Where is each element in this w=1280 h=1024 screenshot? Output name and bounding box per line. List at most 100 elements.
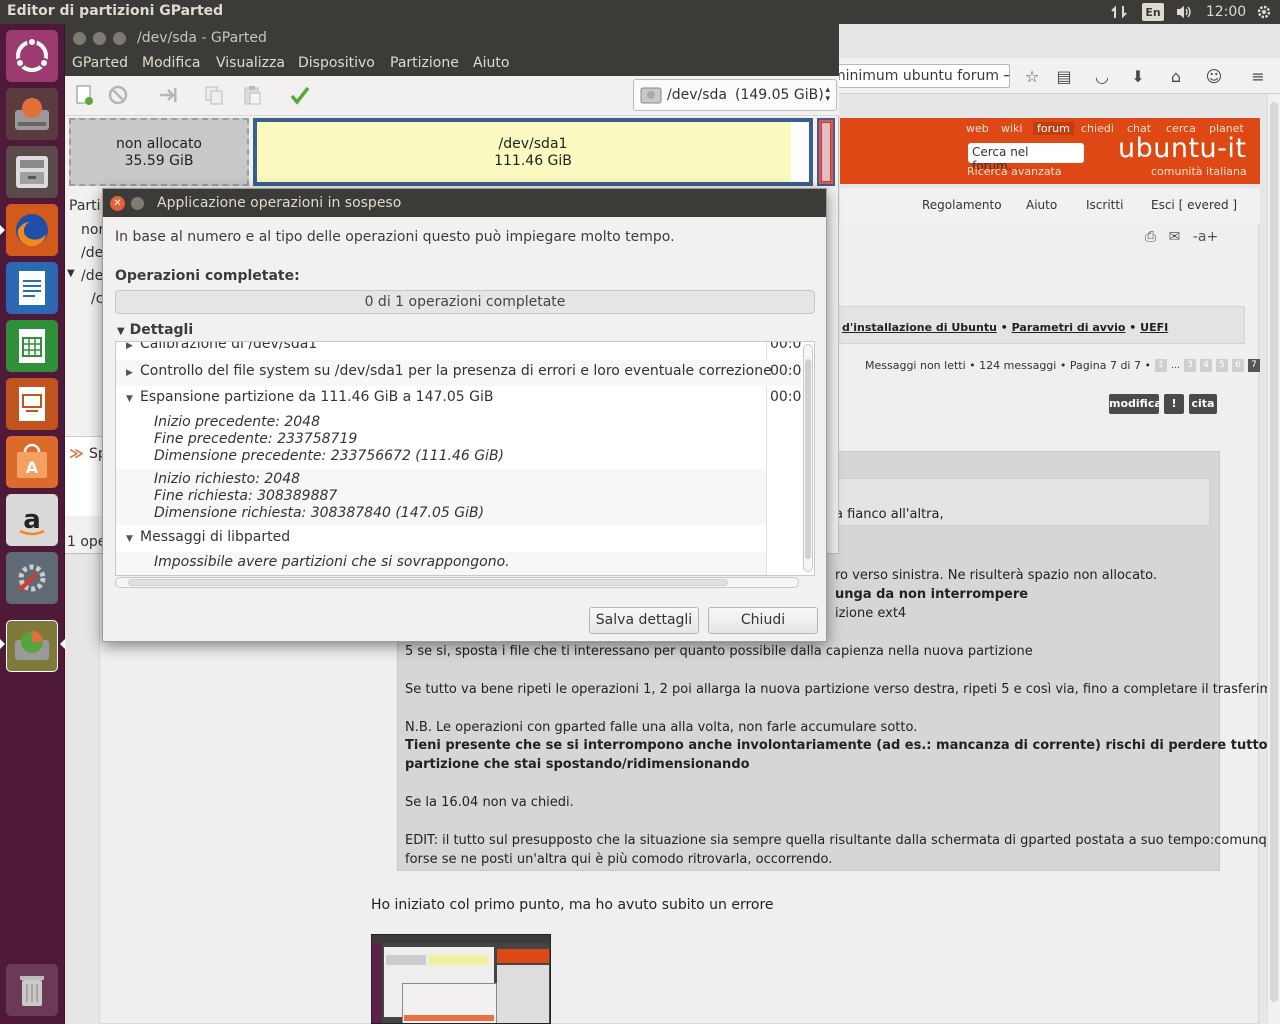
nav-wiki[interactable]: wiki bbox=[1001, 122, 1022, 135]
link-aiuto[interactable]: Aiuto bbox=[1026, 198, 1057, 212]
page-link[interactable]: 1 bbox=[1154, 359, 1167, 372]
tree-vertical-scrollbar[interactable] bbox=[803, 344, 813, 572]
sda1-block[interactable]: /dev/sda1 111.46 GiB bbox=[253, 118, 813, 186]
page-link[interactable]: 3 bbox=[1183, 359, 1196, 372]
page-link[interactable]: 6 bbox=[1231, 359, 1244, 372]
pocket-icon[interactable]: ◡ bbox=[1091, 66, 1113, 88]
tree-row[interactable]: ▼ Espansione partizione da 111.46 GiB a 1… bbox=[116, 389, 766, 405]
go-arrow-icon[interactable]: → bbox=[1003, 68, 1009, 84]
gparted-icon[interactable] bbox=[6, 620, 58, 672]
details-tree[interactable]: ▶ Calibrazione di /dev/sda1 00:0 ▶ Control… bbox=[115, 341, 815, 576]
amazon-icon[interactable]: a bbox=[6, 494, 58, 546]
bookmark-star-icon[interactable]: ☆ bbox=[1021, 66, 1043, 88]
quote-text: Se la 16.04 non va chiedi. bbox=[405, 795, 574, 810]
expander-icon[interactable]: ▼ bbox=[67, 268, 75, 279]
menu-hamburger-icon[interactable]: ≡ bbox=[1247, 66, 1269, 88]
partition-column-header[interactable]: Parti bbox=[69, 198, 101, 214]
link-iscritti[interactable]: Iscritti bbox=[1086, 198, 1123, 212]
network-icon[interactable] bbox=[1108, 2, 1130, 22]
copy-icon[interactable] bbox=[201, 82, 227, 108]
detail-line: Inizio precedente: 2048 bbox=[154, 414, 320, 430]
forum-tagline: comunità italiana bbox=[1151, 165, 1247, 178]
link-esci[interactable]: Esci [ evered ] bbox=[1151, 198, 1237, 212]
page-current[interactable]: 7 bbox=[1247, 359, 1260, 372]
chat-icon[interactable]: ☺ bbox=[1203, 66, 1225, 88]
close-window-icon[interactable] bbox=[73, 32, 86, 45]
delete-partition-icon[interactable] bbox=[105, 82, 131, 108]
detail-line: Fine precedente: 233758719 bbox=[154, 431, 358, 447]
trash-icon[interactable] bbox=[6, 964, 58, 1016]
page-scrollbar-thumb[interactable] bbox=[1270, 102, 1278, 1002]
breadcrumb-boot-params[interactable]: Parametri di avvio bbox=[1012, 321, 1126, 334]
menu-aiuto[interactable]: Aiuto bbox=[473, 55, 509, 71]
ubuntu-logo-icon[interactable] bbox=[6, 30, 58, 82]
keyboard-layout-indicator[interactable]: En bbox=[1142, 3, 1164, 21]
tree-row[interactable]: ▶ Controllo del file system su /dev/sda1 … bbox=[116, 363, 772, 379]
nav-forum[interactable]: forum bbox=[1033, 122, 1074, 135]
clock[interactable]: 12:00 bbox=[1206, 2, 1246, 22]
email-icon[interactable]: ✉ bbox=[1169, 229, 1181, 245]
gparted-installer-icon[interactable] bbox=[6, 88, 58, 140]
breadcrumb-uefi[interactable]: UEFI bbox=[1140, 321, 1168, 334]
forum-search-input[interactable]: Cerca nel forum… bbox=[968, 143, 1084, 173]
expander-down-icon: ▼ bbox=[126, 534, 133, 544]
new-partition-icon[interactable] bbox=[71, 82, 97, 108]
partition-row[interactable]: /de bbox=[81, 268, 103, 284]
unallocated-block[interactable]: non allocato 35.59 GiB bbox=[69, 118, 249, 186]
gparted-menubar: GParted Modifica Visualizza Dispositivo … bbox=[65, 52, 839, 76]
paste-icon[interactable] bbox=[239, 82, 265, 108]
tree-vscroll-thumb[interactable] bbox=[805, 359, 811, 559]
advanced-search-link[interactable]: Ricerca avanzata bbox=[967, 165, 1062, 178]
session-gear-icon[interactable] bbox=[1255, 2, 1273, 22]
partition-row[interactable]: /de bbox=[81, 245, 103, 261]
screenshot-thumbnail[interactable] bbox=[371, 934, 551, 1024]
nav-chiedi[interactable]: chiedi bbox=[1081, 122, 1114, 135]
font-size-icon[interactable]: -a+ bbox=[1193, 229, 1218, 245]
url-bar[interactable]: minimum ubuntu forum → bbox=[825, 64, 1010, 88]
page-scrollbar[interactable] bbox=[1267, 94, 1280, 1024]
menu-visualizza[interactable]: Visualizza bbox=[216, 55, 285, 71]
quote-text: N.B. Le operazioni con gparted falle una… bbox=[405, 720, 918, 735]
page-link[interactable]: 5 bbox=[1215, 359, 1228, 372]
maximize-dialog-icon[interactable] bbox=[131, 197, 144, 210]
edit-post-button[interactable]: modifica bbox=[1109, 394, 1162, 414]
details-expander[interactable]: ▼ Dettagli bbox=[117, 322, 193, 338]
tree-row[interactable]: ▶ Calibrazione di /dev/sda1 bbox=[116, 342, 766, 352]
menu-gparted[interactable]: GParted bbox=[72, 55, 128, 71]
minimize-window-icon[interactable] bbox=[93, 32, 106, 45]
home-icon[interactable]: ⌂ bbox=[1165, 66, 1187, 88]
nav-web[interactable]: web bbox=[966, 122, 989, 135]
close-dialog-icon[interactable]: ✕ bbox=[110, 196, 125, 211]
print-icon[interactable]: ⎙ bbox=[1145, 229, 1156, 245]
forum-logo[interactable]: ubuntu-it bbox=[1118, 133, 1247, 164]
resize-move-icon[interactable] bbox=[155, 82, 181, 108]
close-button[interactable]: Chiudi bbox=[708, 607, 818, 634]
link-regolamento[interactable]: Regolamento bbox=[922, 198, 1002, 212]
calc-icon[interactable] bbox=[6, 320, 58, 372]
sound-icon[interactable] bbox=[1172, 2, 1196, 22]
software-center-icon[interactable]: A bbox=[6, 436, 58, 488]
writer-icon[interactable] bbox=[6, 262, 58, 314]
download-icon[interactable]: ⬇ bbox=[1127, 66, 1149, 88]
system-settings-icon[interactable] bbox=[6, 552, 58, 604]
tree-horizontal-scrollbar[interactable] bbox=[115, 577, 799, 588]
breadcrumb-install[interactable]: d'installazione di Ubuntu bbox=[842, 321, 997, 334]
partition-row[interactable]: nor bbox=[81, 222, 104, 238]
device-selector[interactable]: /dev/sda (149.05 GiB) ▴ ▾ bbox=[633, 79, 837, 111]
new-partition-block[interactable] bbox=[817, 118, 835, 186]
reading-list-icon[interactable]: ▤ bbox=[1053, 66, 1075, 88]
report-post-button[interactable]: ! bbox=[1164, 394, 1184, 414]
save-details-button[interactable]: Salva dettagli bbox=[589, 607, 699, 634]
quote-post-button[interactable]: cita bbox=[1189, 394, 1217, 414]
page-link[interactable]: 4 bbox=[1199, 359, 1212, 372]
file-manager-icon[interactable] bbox=[6, 146, 58, 198]
tree-hscroll-thumb[interactable] bbox=[128, 579, 728, 586]
menu-dispositivo[interactable]: Dispositivo bbox=[298, 55, 375, 71]
menu-partizione[interactable]: Partizione bbox=[390, 55, 459, 71]
firefox-icon[interactable] bbox=[6, 204, 58, 256]
menu-modifica[interactable]: Modifica bbox=[142, 55, 201, 71]
impress-icon[interactable] bbox=[6, 378, 58, 430]
maximize-window-icon[interactable] bbox=[113, 32, 126, 45]
apply-checkmark-icon[interactable] bbox=[287, 82, 313, 108]
tree-row[interactable]: ▼ Messaggi di libparted bbox=[116, 529, 766, 545]
